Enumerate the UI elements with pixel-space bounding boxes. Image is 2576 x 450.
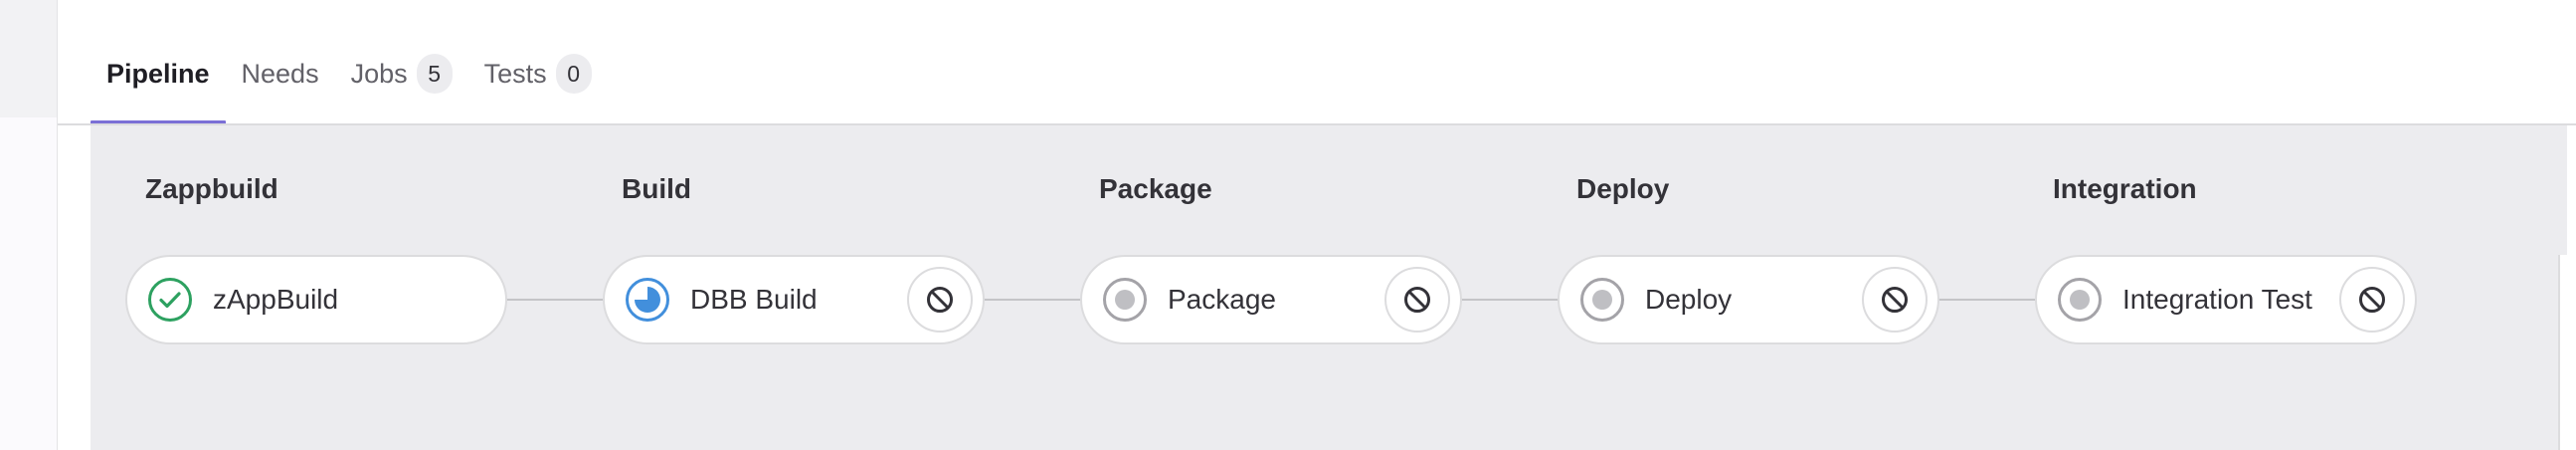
tab-needs[interactable]: Needs: [226, 40, 335, 108]
cancel-job-button[interactable]: [907, 267, 973, 333]
job-name: zAppBuild: [213, 284, 339, 315]
stage-title-package: Package: [1099, 173, 1212, 204]
cancel-job-button[interactable]: [2339, 267, 2405, 333]
job-package[interactable]: Package: [1080, 255, 1462, 344]
tests-count-badge: 0: [555, 54, 592, 94]
cancel-icon: [1882, 287, 1908, 313]
running-icon: [626, 278, 669, 322]
stage-title-zappbuild: Zappbuild: [145, 173, 278, 204]
cancel-job-button[interactable]: [1862, 267, 1928, 333]
tab-needs-label: Needs: [241, 58, 319, 89]
created-icon: [2058, 278, 2102, 322]
sidebar-header: [0, 0, 57, 117]
cancel-icon: [1404, 287, 1430, 313]
check-circle-icon: [148, 278, 192, 322]
job-integration-test[interactable]: Integration Test: [2035, 255, 2417, 344]
cancel-job-button[interactable]: [1384, 267, 1450, 333]
job-name: Deploy: [1645, 284, 1733, 315]
created-icon: [1580, 278, 1624, 322]
job-dbb-build[interactable]: DBB Build: [603, 255, 985, 344]
pipeline-tabs: Pipeline Needs Jobs 5 Tests 0: [91, 40, 608, 125]
created-icon: [1103, 278, 1147, 322]
cancel-icon: [927, 287, 953, 313]
job-zappbuild[interactable]: zAppBuild: [125, 255, 507, 344]
stage-connector: [1938, 299, 2035, 301]
stage-title-build: Build: [622, 173, 691, 204]
stage-connector: [984, 299, 1080, 301]
stage-title-deploy: Deploy: [1576, 173, 1670, 204]
stage-connector: [1461, 299, 1558, 301]
left-sidebar: [0, 0, 58, 450]
jobs-count-badge: 5: [416, 54, 453, 94]
cancel-icon: [2359, 287, 2385, 313]
job-name: Integration Test: [2122, 284, 2312, 315]
job-deploy[interactable]: Deploy: [1558, 255, 1939, 344]
tab-jobs-label: Jobs: [350, 58, 408, 89]
stage-title-integration: Integration: [2053, 173, 2197, 204]
tab-pipeline[interactable]: Pipeline: [91, 40, 226, 125]
tab-tests-label: Tests: [483, 58, 547, 89]
pipeline-page: Pipeline Needs Jobs 5 Tests 0 Zappbuild …: [0, 0, 2576, 450]
tab-jobs[interactable]: Jobs 5: [335, 40, 468, 108]
tab-tests[interactable]: Tests 0: [468, 40, 608, 108]
tab-pipeline-label: Pipeline: [106, 58, 210, 89]
right-panel-edge: [2558, 255, 2576, 450]
stage-connector: [506, 299, 603, 301]
job-name: DBB Build: [690, 284, 818, 315]
job-name: Package: [1168, 284, 1276, 315]
